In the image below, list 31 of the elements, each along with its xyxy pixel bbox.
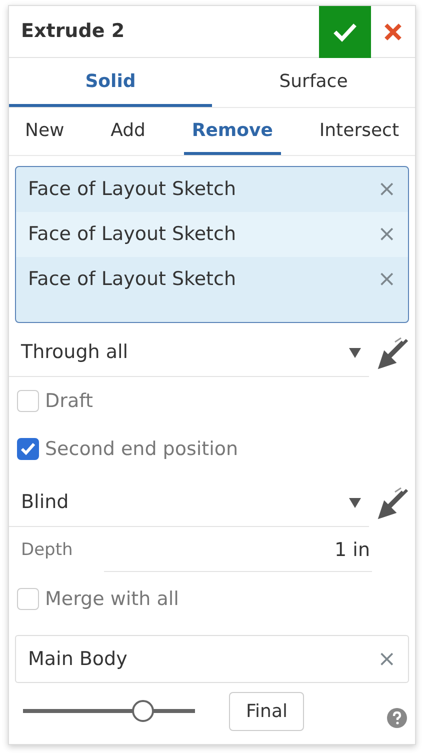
tab[interactable]: Add: [102, 108, 154, 155]
close-icon: [383, 22, 403, 42]
checkbox-label: Merge with all: [45, 586, 179, 612]
caret-icon: [349, 498, 361, 508]
checkmark-icon: [20, 442, 36, 456]
panel-title: Extrude 2: [21, 19, 126, 44]
checkbox[interactable]: [17, 438, 39, 460]
depth-field[interactable]: 1 in: [104, 530, 372, 572]
clear-button[interactable]: ×: [378, 642, 396, 676]
dropdown[interactable]: Blind: [9, 479, 369, 527]
depth-label: Depth: [21, 539, 74, 562]
flip-direction-icon[interactable]: [377, 336, 411, 370]
caret-icon: [349, 348, 361, 358]
checkbox-label: Draft: [45, 388, 93, 414]
tab[interactable]: Solid: [9, 58, 212, 107]
list-item-label[interactable]: Face of Layout Sketch: [28, 265, 236, 294]
merge-scope-field[interactable]: Main Body ×: [15, 635, 409, 683]
accept-button[interactable]: [319, 6, 371, 58]
flip-direction-icon[interactable]: [377, 486, 411, 520]
checkbox-label: Second end position: [45, 436, 238, 462]
tab[interactable]: New: [17, 108, 72, 155]
help-icon[interactable]: [387, 708, 407, 728]
list-item-label[interactable]: Face of Layout Sketch: [28, 175, 236, 204]
tab[interactable]: Surface: [212, 58, 415, 107]
tab[interactable]: Intersect: [311, 108, 407, 155]
slider-thumb[interactable]: [132, 700, 154, 722]
list-item-label[interactable]: Face of Layout Sketch: [28, 220, 236, 249]
tab[interactable]: Remove: [184, 108, 281, 155]
final-button[interactable]: Final: [229, 692, 304, 730]
selection-list[interactable]: Face of Layout Sketch × Face of Layout Sketch × Face of Layout Sketch ×: [15, 166, 409, 323]
dropdown[interactable]: Through all: [9, 329, 369, 377]
